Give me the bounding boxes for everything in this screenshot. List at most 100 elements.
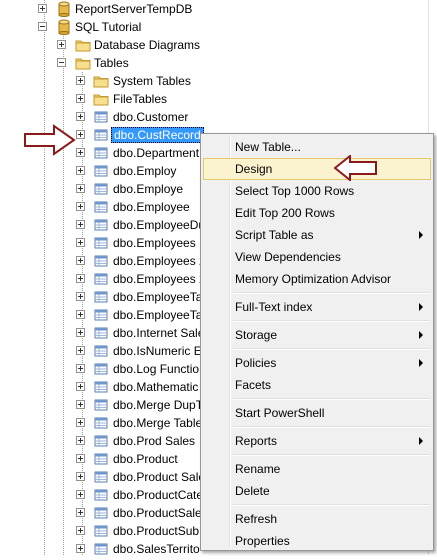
tree-node-label[interactable]: dbo.Prod Sales: [111, 433, 197, 449]
tree-node-label[interactable]: dbo.EmployeeTa: [111, 307, 204, 323]
tree-node[interactable]: SQL Tutorial: [0, 18, 437, 36]
expand-toggle-icon[interactable]: [76, 436, 85, 445]
expand-toggle-icon[interactable]: [76, 238, 85, 247]
tree-node-label[interactable]: dbo.Mathematic: [111, 379, 200, 395]
table-icon: [93, 145, 109, 161]
expand-toggle-icon[interactable]: [76, 202, 85, 211]
expand-toggle-icon[interactable]: [76, 274, 85, 283]
menu-item-refresh[interactable]: Refresh: [203, 508, 431, 530]
menu-item-edit-top-200-rows[interactable]: Edit Top 200 Rows: [203, 202, 431, 224]
tree-node[interactable]: Database Diagrams: [0, 36, 437, 54]
expand-toggle-icon[interactable]: [76, 526, 85, 535]
menu-item-policies[interactable]: Policies: [203, 352, 431, 374]
menu-item-start-powershell[interactable]: Start PowerShell: [203, 402, 431, 424]
menu-item-script-table-as[interactable]: Script Table as: [203, 224, 431, 246]
menu-item-facets[interactable]: Facets: [203, 374, 431, 396]
tree-node-label[interactable]: dbo.Department: [111, 145, 201, 161]
expand-toggle-icon[interactable]: [76, 400, 85, 409]
submenu-arrow-icon: [419, 437, 423, 445]
tree-node-label[interactable]: dbo.Merge Table: [111, 415, 204, 431]
database-icon: [56, 19, 72, 35]
tree-node-label[interactable]: dbo.ProductCate: [111, 487, 205, 503]
tree-node[interactable]: ReportServerTempDB: [0, 0, 437, 18]
menu-separator: [233, 398, 430, 400]
table-icon: [93, 325, 109, 341]
tree-node-label[interactable]: dbo.Employees 2: [111, 253, 208, 269]
tree-node-label[interactable]: dbo.Employees: [111, 235, 198, 251]
database-icon: [56, 1, 72, 17]
expand-toggle-icon[interactable]: [76, 418, 85, 427]
menu-item-memory-optimization-advisor[interactable]: Memory Optimization Advisor: [203, 268, 431, 290]
tree-node-label[interactable]: FileTables: [111, 91, 169, 107]
menu-item-view-dependencies[interactable]: View Dependencies: [203, 246, 431, 268]
expand-toggle-icon[interactable]: [76, 508, 85, 517]
expand-toggle-icon[interactable]: [76, 256, 85, 265]
menu-item-design[interactable]: Design: [203, 158, 431, 180]
menu-item-properties[interactable]: Properties: [203, 530, 431, 552]
menu-item-rename[interactable]: Rename: [203, 458, 431, 480]
collapse-toggle-icon[interactable]: [57, 58, 66, 67]
expand-toggle-icon[interactable]: [76, 382, 85, 391]
menu-item-storage[interactable]: Storage: [203, 324, 431, 346]
tree-node-label[interactable]: dbo.Merge DupT: [111, 397, 205, 413]
tree-node-label[interactable]: dbo.EmployeeDu: [111, 217, 207, 233]
tree-node-label[interactable]: SQL Tutorial: [73, 19, 143, 35]
tree-node-label[interactable]: Tables: [92, 55, 131, 71]
table-icon: [93, 271, 109, 287]
table-icon: [93, 127, 109, 143]
expand-toggle-icon[interactable]: [38, 4, 47, 13]
tree-node-label[interactable]: dbo.Log Functio: [111, 361, 201, 377]
menu-separator: [233, 348, 430, 350]
tree-node-label[interactable]: dbo.Employees 2: [111, 271, 208, 287]
table-icon: [93, 235, 109, 251]
expand-toggle-icon[interactable]: [76, 346, 85, 355]
expand-toggle-icon[interactable]: [76, 94, 85, 103]
expand-toggle-icon[interactable]: [76, 472, 85, 481]
expand-toggle-icon[interactable]: [76, 166, 85, 175]
table-icon: [93, 523, 109, 539]
tree-node-label[interactable]: System Tables: [111, 73, 193, 89]
expand-toggle-icon[interactable]: [76, 328, 85, 337]
tree-node-label[interactable]: dbo.Employee: [111, 199, 192, 215]
menu-item-full-text-index[interactable]: Full-Text index: [203, 296, 431, 318]
menu-item-label: Facets: [235, 378, 272, 392]
expand-toggle-icon[interactable]: [57, 40, 66, 49]
expand-toggle-icon[interactable]: [76, 112, 85, 121]
expand-toggle-icon[interactable]: [76, 76, 85, 85]
menu-item-reports[interactable]: Reports: [203, 430, 431, 452]
collapse-toggle-icon[interactable]: [38, 22, 47, 31]
tree-node-label[interactable]: Database Diagrams: [92, 37, 202, 53]
expand-toggle-icon[interactable]: [76, 148, 85, 157]
expand-toggle-icon[interactable]: [76, 130, 85, 139]
tree-node-label[interactable]: dbo.Employ: [111, 163, 178, 179]
submenu-arrow-icon: [419, 359, 423, 367]
tree-node-label[interactable]: dbo.ProductSub: [111, 523, 201, 539]
tree-node[interactable]: FileTables: [0, 90, 437, 108]
expand-toggle-icon[interactable]: [76, 544, 85, 553]
tree-node[interactable]: Tables: [0, 54, 437, 72]
expand-toggle-icon[interactable]: [76, 310, 85, 319]
expand-toggle-icon[interactable]: [76, 292, 85, 301]
menu-item-select-top-1000-rows[interactable]: Select Top 1000 Rows: [203, 180, 431, 202]
menu-item-new-table[interactable]: New Table...: [203, 136, 431, 158]
menu-item-label: Delete: [235, 484, 270, 498]
menu-item-delete[interactable]: Delete: [203, 480, 431, 502]
expand-toggle-icon[interactable]: [76, 364, 85, 373]
tree-node-label[interactable]: dbo.Product Sale: [111, 469, 207, 485]
folder-icon: [75, 55, 91, 71]
tree-node[interactable]: System Tables: [0, 72, 437, 90]
folder-icon: [93, 73, 109, 89]
tree-node-label[interactable]: dbo.Employe: [111, 181, 185, 197]
tree-node-label[interactable]: dbo.Customer: [111, 109, 190, 125]
expand-toggle-icon[interactable]: [76, 454, 85, 463]
tree-node-label[interactable]: dbo.CustRecord: [111, 127, 204, 143]
expand-toggle-icon[interactable]: [76, 220, 85, 229]
tree-node-label[interactable]: ReportServerTempDB: [73, 1, 194, 17]
tree-node-label[interactable]: dbo.EmployeeTa: [111, 289, 204, 305]
expand-toggle-icon[interactable]: [76, 184, 85, 193]
tree-node-label[interactable]: dbo.Product: [111, 451, 180, 467]
expand-toggle-icon[interactable]: [76, 490, 85, 499]
tree-node-label[interactable]: dbo.IsNumeric E: [111, 343, 204, 359]
tree-node-label[interactable]: dbo.ProductSale: [111, 505, 204, 521]
tree-node-label[interactable]: dbo.Internet Sale: [111, 325, 206, 341]
